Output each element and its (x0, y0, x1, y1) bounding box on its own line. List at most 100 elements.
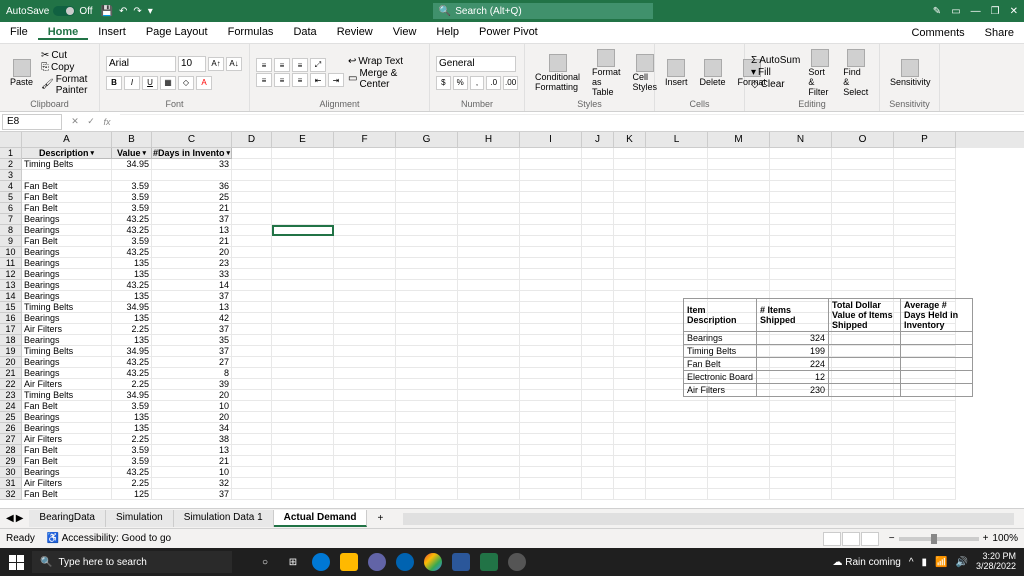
cell[interactable] (708, 181, 770, 192)
cell[interactable] (396, 181, 458, 192)
cell[interactable] (894, 445, 956, 456)
bold-button[interactable]: B (106, 76, 122, 90)
undo-icon[interactable]: ↶ (119, 6, 127, 17)
font-size-dropdown[interactable]: 10 (178, 56, 206, 72)
cell[interactable] (458, 423, 520, 434)
cell[interactable] (770, 181, 832, 192)
row-header[interactable]: 5 (0, 192, 22, 203)
cell[interactable]: 3.59 (112, 445, 152, 456)
zoom-in-button[interactable]: + (983, 533, 989, 544)
cell[interactable] (272, 423, 334, 434)
italic-button[interactable]: I (124, 76, 140, 90)
cell[interactable] (582, 467, 614, 478)
cell[interactable] (520, 346, 582, 357)
cell[interactable] (582, 412, 614, 423)
cell[interactable] (272, 269, 334, 280)
fx-icon[interactable]: fx (100, 115, 114, 129)
cell[interactable]: 10 (152, 401, 232, 412)
summary-cell[interactable]: 324 (757, 332, 829, 345)
cell[interactable] (832, 445, 894, 456)
cell[interactable] (832, 467, 894, 478)
start-button[interactable] (0, 548, 32, 576)
cell[interactable] (708, 412, 770, 423)
cell[interactable] (272, 181, 334, 192)
summary-cell[interactable]: 224 (757, 358, 829, 371)
chrome-icon[interactable] (420, 549, 446, 575)
cell[interactable] (770, 203, 832, 214)
tray-chevron-icon[interactable]: ^ (909, 557, 914, 568)
col-header-D[interactable]: D (232, 132, 272, 148)
cell[interactable] (582, 258, 614, 269)
cell[interactable] (458, 214, 520, 225)
row-header[interactable]: 27 (0, 434, 22, 445)
col-header-F[interactable]: F (334, 132, 396, 148)
cell[interactable] (232, 368, 272, 379)
cell[interactable] (832, 225, 894, 236)
cell[interactable]: Fan Belt (22, 236, 112, 247)
col-header-H[interactable]: H (458, 132, 520, 148)
cell[interactable] (582, 489, 614, 500)
cell[interactable] (646, 489, 708, 500)
zoom-out-button[interactable]: − (889, 533, 895, 544)
col-header-L[interactable]: L (646, 132, 708, 148)
cell[interactable] (708, 170, 770, 181)
cell[interactable] (832, 203, 894, 214)
cell[interactable] (334, 434, 396, 445)
row-header[interactable]: 18 (0, 335, 22, 346)
cell[interactable] (708, 280, 770, 291)
cell[interactable] (520, 467, 582, 478)
cell[interactable]: 8 (152, 368, 232, 379)
cell[interactable]: Timing Belts (22, 346, 112, 357)
row-header[interactable]: 20 (0, 357, 22, 368)
cell[interactable] (272, 247, 334, 258)
cell[interactable] (582, 170, 614, 181)
cell[interactable] (582, 236, 614, 247)
cell[interactable]: 2.25 (112, 434, 152, 445)
summary-cell[interactable] (901, 371, 973, 384)
cell[interactable] (614, 148, 646, 159)
cell[interactable] (334, 291, 396, 302)
cell[interactable] (458, 203, 520, 214)
cell[interactable] (232, 412, 272, 423)
cell[interactable]: 34.95 (112, 302, 152, 313)
cell[interactable]: 10 (152, 467, 232, 478)
increase-font-icon[interactable]: A↑ (208, 57, 224, 71)
cell[interactable] (232, 192, 272, 203)
cell[interactable] (520, 302, 582, 313)
cell[interactable] (334, 159, 396, 170)
cell[interactable]: 38 (152, 434, 232, 445)
insert-cells-button[interactable]: Insert (661, 46, 692, 99)
summary-cell[interactable]: 12 (757, 371, 829, 384)
row-header[interactable]: 12 (0, 269, 22, 280)
cell[interactable] (458, 258, 520, 269)
cell[interactable] (272, 368, 334, 379)
cell[interactable]: Fan Belt (22, 445, 112, 456)
cell[interactable] (582, 346, 614, 357)
row-header[interactable]: 29 (0, 456, 22, 467)
teams-icon[interactable] (364, 549, 390, 575)
cell[interactable] (396, 247, 458, 258)
menu-tab-view[interactable]: View (383, 26, 427, 38)
cell[interactable] (614, 434, 646, 445)
cell[interactable] (232, 478, 272, 489)
cell[interactable] (520, 423, 582, 434)
cell[interactable] (272, 379, 334, 390)
cell[interactable]: 2.25 (112, 324, 152, 335)
cell[interactable] (614, 214, 646, 225)
cell[interactable] (396, 203, 458, 214)
cell[interactable] (396, 335, 458, 346)
cell[interactable]: 13 (152, 225, 232, 236)
cell[interactable]: Fan Belt (22, 401, 112, 412)
cell[interactable] (770, 445, 832, 456)
format-as-table-button[interactable]: Format as Table (588, 46, 625, 99)
cell[interactable] (334, 181, 396, 192)
cell[interactable] (232, 247, 272, 258)
align-center-icon[interactable]: ≡ (274, 73, 290, 87)
paste-button[interactable]: Paste (6, 46, 37, 99)
cell[interactable] (582, 423, 614, 434)
col-header-G[interactable]: G (396, 132, 458, 148)
cell[interactable] (582, 335, 614, 346)
cell[interactable] (708, 478, 770, 489)
cell[interactable] (770, 236, 832, 247)
align-top-icon[interactable]: ≡ (256, 58, 272, 72)
